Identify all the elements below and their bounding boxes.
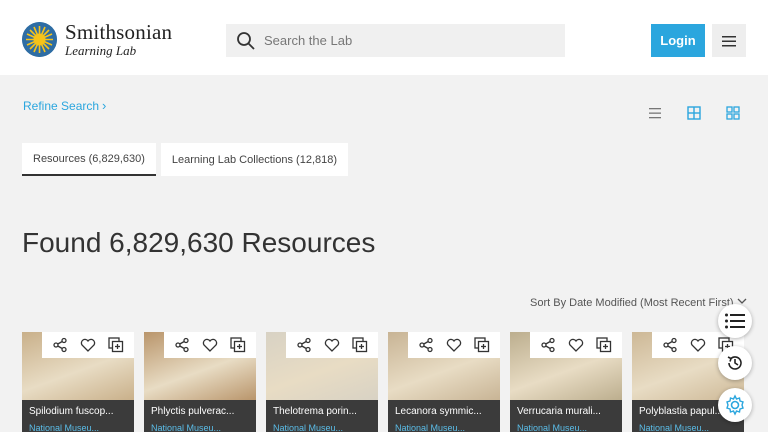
heart-icon[interactable]: [79, 336, 97, 354]
sun-logo-icon: [22, 22, 57, 57]
card-source[interactable]: National Museu...: [29, 423, 127, 432]
share-icon[interactable]: [539, 336, 557, 354]
search-input[interactable]: [264, 33, 544, 48]
resource-card[interactable]: Spilodium fuscop... National Museu...: [22, 332, 134, 432]
add-to-collection-icon[interactable]: [595, 336, 613, 354]
card-source[interactable]: National Museu...: [151, 423, 249, 432]
card-source[interactable]: National Museu...: [395, 423, 493, 432]
heart-icon[interactable]: [445, 336, 463, 354]
refine-search-link[interactable]: Refine Search ›: [23, 98, 106, 113]
add-to-collection-icon[interactable]: [107, 336, 125, 354]
heart-icon[interactable]: [567, 336, 585, 354]
results-heading: Found 6,829,630 Resources: [22, 227, 376, 258]
results-grid: Spilodium fuscop... National Museu... Ph…: [22, 332, 754, 432]
tab-resources[interactable]: Resources (6,829,630): [22, 143, 156, 176]
chevron-right-icon: ›: [102, 98, 107, 113]
history-button[interactable]: [718, 346, 752, 380]
sort-label: Sort By Date Modified (Most Recent First…: [530, 296, 734, 309]
share-icon[interactable]: [173, 336, 191, 354]
heart-icon[interactable]: [323, 336, 341, 354]
card-title[interactable]: Lecanora symmic...: [395, 406, 493, 417]
resource-card[interactable]: Phlyctis pulverac... National Museu...: [144, 332, 256, 432]
card-title[interactable]: Spilodium fuscop...: [29, 406, 127, 417]
tab-learning-lab-collections[interactable]: Learning Lab Collections (12,818): [160, 143, 349, 176]
search-bar: [226, 24, 565, 57]
share-icon[interactable]: [417, 336, 435, 354]
share-icon[interactable]: [661, 336, 679, 354]
history-icon: [727, 356, 742, 370]
gear-icon: [726, 394, 744, 416]
grid-view-icon[interactable]: [685, 104, 703, 122]
hamburger-menu-button[interactable]: [712, 24, 746, 57]
card-actions: [530, 332, 622, 358]
card-source[interactable]: National Museu...: [273, 423, 371, 432]
card-actions: [286, 332, 378, 358]
search-icon[interactable]: [236, 31, 256, 51]
add-to-collection-icon[interactable]: [351, 336, 369, 354]
list-panel-button[interactable]: [718, 304, 752, 338]
logo-subtitle: Learning Lab: [65, 43, 137, 58]
add-to-collection-icon[interactable]: [229, 336, 247, 354]
logo-name: Smithsonian: [65, 20, 173, 44]
login-button[interactable]: Login: [651, 24, 705, 57]
resource-card[interactable]: Thelotrema porin... National Museu...: [266, 332, 378, 432]
sort-dropdown[interactable]: Sort By Date Modified (Most Recent First…: [530, 296, 748, 309]
card-info: Lecanora symmic... National Museu...: [388, 400, 500, 432]
tile-view-icon[interactable]: [724, 104, 742, 122]
view-toggle: [646, 104, 763, 122]
card-title[interactable]: Phlyctis pulverac...: [151, 406, 249, 417]
list-icon: [725, 313, 745, 329]
card-actions: [408, 332, 500, 358]
heart-icon[interactable]: [689, 336, 707, 354]
share-icon[interactable]: [295, 336, 313, 354]
hamburger-icon: [722, 35, 736, 46]
card-info: Verrucaria murali... National Museu...: [510, 400, 622, 432]
add-to-collection-icon[interactable]: [473, 336, 491, 354]
share-icon[interactable]: [51, 336, 69, 354]
site-header: Smithsonian Learning Lab Login: [0, 0, 768, 75]
card-info: Spilodium fuscop... National Museu...: [22, 400, 134, 432]
refine-search-label: Refine Search: [23, 98, 100, 113]
card-actions: [164, 332, 256, 358]
card-info: Thelotrema porin... National Museu...: [266, 400, 378, 432]
resource-card[interactable]: Lecanora symmic... National Museu...: [388, 332, 500, 432]
list-view-icon[interactable]: [646, 104, 664, 122]
settings-button[interactable]: [718, 388, 752, 422]
card-source[interactable]: National Museu...: [517, 423, 615, 432]
card-title[interactable]: Verrucaria murali...: [517, 406, 615, 417]
resource-card[interactable]: Verrucaria murali... National Museu...: [510, 332, 622, 432]
result-tabs: Resources (6,829,630) Learning Lab Colle…: [22, 143, 353, 176]
card-title[interactable]: Thelotrema porin...: [273, 406, 371, 417]
heart-icon[interactable]: [201, 336, 219, 354]
card-actions: [42, 332, 134, 358]
card-info: Phlyctis pulverac... National Museu...: [144, 400, 256, 432]
smithsonian-logo[interactable]: Smithsonian Learning Lab: [22, 22, 172, 57]
card-source[interactable]: National Museu...: [639, 423, 737, 432]
